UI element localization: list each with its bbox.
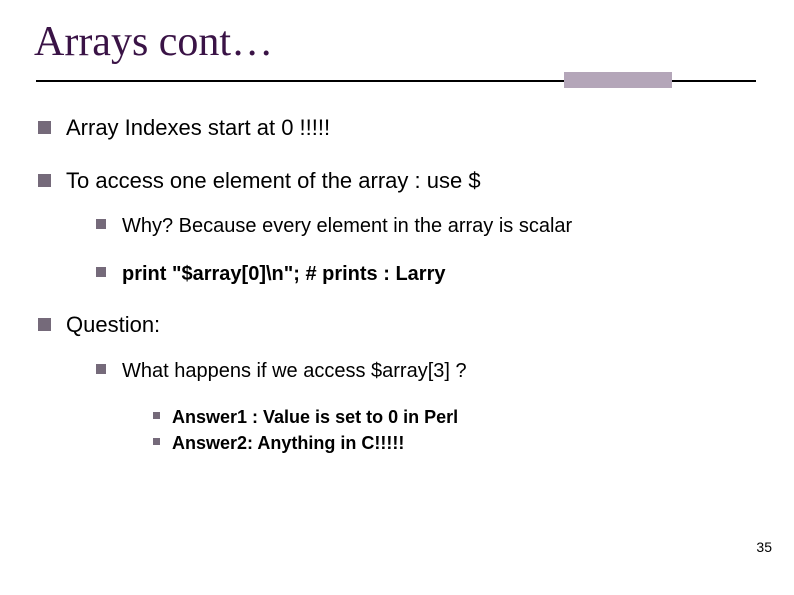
sub-bullet-item: What happens if we access $array[3] ? An… xyxy=(94,358,758,456)
bullet-text: Why? Because every element in the array … xyxy=(122,215,572,237)
title-divider xyxy=(0,80,794,96)
bullet-text: Question: xyxy=(66,312,160,337)
bullet-text: print "$array[0]\n"; # prints : Larry xyxy=(122,263,446,285)
bullet-text: What happens if we access $array[3] ? xyxy=(122,360,467,382)
bullet-text: Array Indexes start at 0 !!!!! xyxy=(66,115,330,140)
bullet-item: To access one element of the array : use… xyxy=(36,167,758,288)
answer-item: Answer1 : Value is set to 0 in Perl xyxy=(150,406,758,429)
sub-sub-bullet-list: Answer1 : Value is set to 0 in Perl Answ… xyxy=(122,406,758,456)
slide-number: 35 xyxy=(756,539,772,555)
slide-body: Array Indexes start at 0 !!!!! To access… xyxy=(36,114,758,456)
divider-accent xyxy=(564,72,672,88)
sub-bullet-list: What happens if we access $array[3] ? An… xyxy=(66,358,758,456)
sub-bullet-item: print "$array[0]\n"; # prints : Larry xyxy=(94,261,758,287)
answer-item: Answer2: Anything in C!!!!! xyxy=(150,432,758,455)
bullet-list: Array Indexes start at 0 !!!!! To access… xyxy=(36,114,758,456)
bullet-item: Array Indexes start at 0 !!!!! xyxy=(36,114,758,143)
slide: Arrays cont… Array Indexes start at 0 !!… xyxy=(0,0,794,595)
bullet-text: Answer2: Anything in C!!!!! xyxy=(172,433,404,453)
bullet-text: Answer1 : Value is set to 0 in Perl xyxy=(172,407,458,427)
bullet-text: To access one element of the array : use… xyxy=(66,168,481,193)
sub-bullet-item: Why? Because every element in the array … xyxy=(94,213,758,239)
slide-title: Arrays cont… xyxy=(34,18,758,66)
bullet-item: Question: What happens if we access $arr… xyxy=(36,311,758,455)
sub-bullet-list: Why? Because every element in the array … xyxy=(66,213,758,287)
